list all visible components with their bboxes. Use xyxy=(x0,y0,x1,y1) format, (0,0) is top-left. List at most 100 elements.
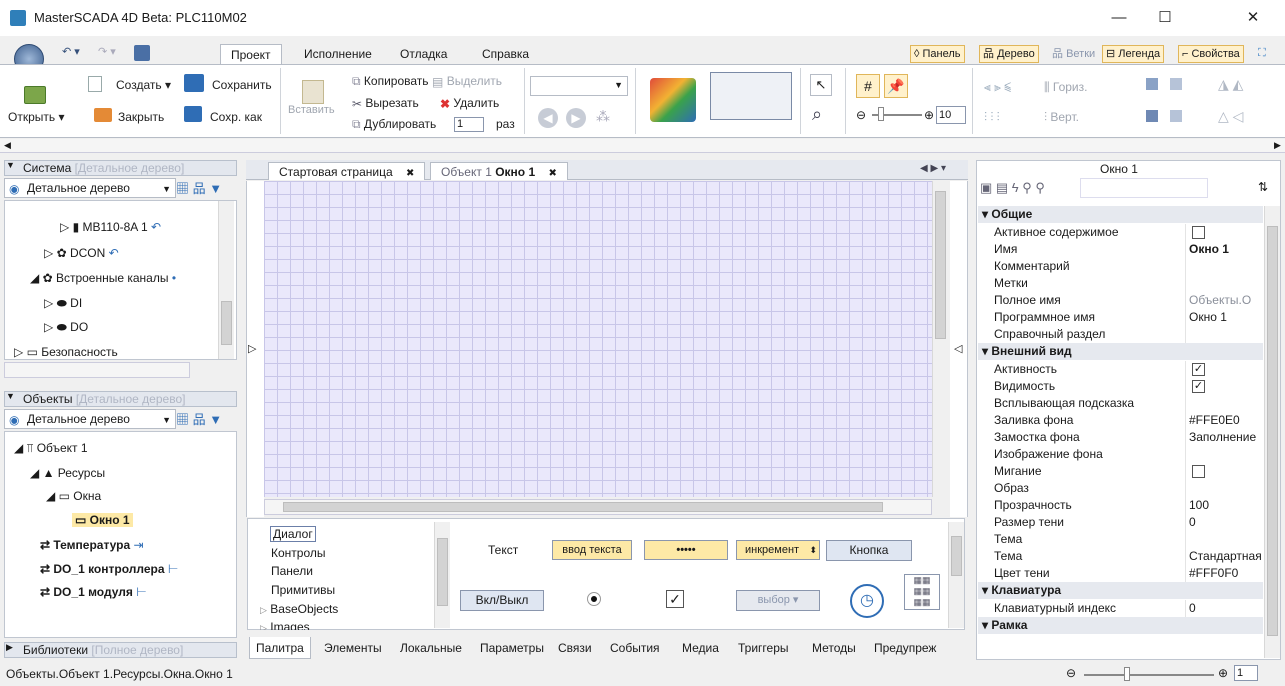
tree-item[interactable]: ▷ ⬬ DO xyxy=(44,320,88,335)
tab-palette[interactable]: Палитра xyxy=(249,637,311,659)
pattern-icon[interactable]: ⁂ xyxy=(596,108,610,125)
property-checkbox[interactable] xyxy=(1192,226,1205,239)
tab-project[interactable]: Проект xyxy=(220,44,282,64)
paste-button[interactable]: Вставить xyxy=(288,104,335,116)
tab-debug[interactable]: Отладка xyxy=(390,44,457,64)
panel-toggle-properties[interactable]: ⌐ Свойства xyxy=(1178,45,1244,63)
property-value[interactable]: #FFE0E0 xyxy=(1189,412,1261,429)
palette-text-input-control[interactable]: ввод текста xyxy=(552,540,632,560)
tab-window-1[interactable]: Объект 1 Окно 1 ✖ xyxy=(430,162,568,180)
palette-text-control[interactable]: Текст xyxy=(488,543,518,557)
property-checkbox[interactable] xyxy=(1192,465,1205,478)
palette-radio-control[interactable] xyxy=(587,592,601,606)
property-group-header[interactable]: ▾ Рамка xyxy=(978,617,1263,634)
tab-start-page[interactable]: Стартовая страница ✖ xyxy=(268,162,426,180)
property-value[interactable]: #FFF0F0 xyxy=(1189,565,1261,582)
view-toolbar-icons[interactable]: ▦ 品 ▼ xyxy=(176,409,236,429)
close-tab-icon[interactable]: ✖ xyxy=(549,168,557,179)
cut-button[interactable]: ✂ Вырезать xyxy=(352,96,419,111)
property-value[interactable]: Объекты.О xyxy=(1189,292,1261,309)
property-group-header[interactable]: ▾ Общие xyxy=(978,206,1263,223)
tree-item[interactable]: ◢ ▲ Ресурсы xyxy=(30,466,105,480)
panel-toggle-tree[interactable]: 品 Дерево xyxy=(979,45,1039,63)
property-row[interactable]: Всплывающая подсказка xyxy=(978,395,1263,412)
property-value[interactable]: 0 xyxy=(1189,514,1261,531)
properties-scrollbar[interactable] xyxy=(1264,206,1280,658)
property-row[interactable]: Изображение фона xyxy=(978,446,1263,463)
scroll-thumb[interactable] xyxy=(1267,226,1278,636)
tab-elements[interactable]: Элементы xyxy=(318,637,388,659)
property-row[interactable]: Активность ✓ xyxy=(978,361,1263,378)
zoom-slider-thumb[interactable] xyxy=(878,107,884,121)
palette-select-control[interactable]: выбор ▾ xyxy=(736,590,820,611)
palette-button-control[interactable]: Кнопка xyxy=(826,540,912,561)
property-row[interactable]: Заливка фона #FFE0E0 xyxy=(978,412,1263,429)
property-value[interactable]: Заполнение xyxy=(1189,429,1261,446)
preview-icon[interactable] xyxy=(650,78,696,122)
undo-icon[interactable]: ↶ ▾ xyxy=(62,45,80,58)
designer-hscrollbar[interactable] xyxy=(264,499,932,515)
tree-item[interactable]: ▷ ▭ Безопасность xyxy=(14,345,118,359)
align-top-icon[interactable]: ⫶ ⫶ ⫶ xyxy=(984,110,1000,125)
pointer-tool-icon[interactable]: ↖ xyxy=(810,74,832,96)
open-button[interactable]: Открыть ▾ xyxy=(8,110,65,124)
tree-item[interactable]: ⇄ DO_1 контроллера ⊢ xyxy=(40,562,178,576)
forward-arrow-icon[interactable]: ▶ xyxy=(566,108,586,128)
scroll-thumb[interactable] xyxy=(283,502,883,512)
palette-category[interactable]: Панели xyxy=(271,564,313,578)
property-row[interactable]: Клавиатурный индекс 0 xyxy=(978,600,1263,617)
property-row[interactable]: Цвет тени #FFF0F0 xyxy=(978,565,1263,582)
palette-toggle-control[interactable]: Вкл/Выкл xyxy=(460,590,544,611)
scroll-thumb[interactable] xyxy=(951,536,962,576)
objects-view-select[interactable]: Детальное дерево ▼ xyxy=(4,409,176,429)
system-view-select[interactable]: Детальное дерево ▼ xyxy=(4,178,176,198)
system-hscrollbar[interactable] xyxy=(4,362,190,378)
palette-password-control[interactable]: ••••• xyxy=(644,540,728,560)
property-row[interactable]: Мигание xyxy=(978,463,1263,480)
property-row[interactable]: Справочный раздел xyxy=(978,326,1263,343)
property-value[interactable]: Стандартная xyxy=(1189,548,1261,565)
tab-methods[interactable]: Методы xyxy=(806,637,862,659)
property-row[interactable]: Имя Окно 1 xyxy=(978,241,1263,258)
send-back-icon[interactable] xyxy=(1170,78,1182,90)
property-group-header[interactable]: ▾ Клавиатура xyxy=(978,582,1263,599)
scroll-right-icon[interactable]: ▶ xyxy=(1274,140,1281,151)
property-row[interactable]: Программное имя Окно 1 xyxy=(978,309,1263,326)
tab-parameters[interactable]: Параметры xyxy=(474,637,550,659)
collapse-triangle-icon[interactable]: ▼ xyxy=(6,391,15,401)
view-toolbar-icons[interactable]: ▦ 品 ▼ xyxy=(176,178,236,198)
rotate-icon[interactable]: △ ◁ xyxy=(1218,108,1243,125)
system-tree-scrollbar[interactable] xyxy=(218,201,234,359)
clock-icon[interactable]: ◷ xyxy=(850,584,884,618)
color-preview-box[interactable] xyxy=(710,72,792,120)
create-button[interactable]: Создать ▾ xyxy=(116,78,171,92)
tree-item[interactable]: ⇄ Температура ⇥ xyxy=(40,538,144,552)
tree-item[interactable]: ◢ ✿ Встроенные каналы • xyxy=(30,271,176,285)
objects-panel-header[interactable]: Объекты [Детальное дерево] xyxy=(4,391,237,407)
palette-checkbox-control[interactable]: ✓ xyxy=(666,590,684,608)
close-tab-icon[interactable]: ✖ xyxy=(406,168,414,179)
duplicate-button[interactable]: ⧉ Дублировать xyxy=(352,117,436,132)
tab-help[interactable]: Справка xyxy=(472,44,539,64)
expand-triangle-icon[interactable]: ▶ xyxy=(6,642,13,653)
delete-button[interactable]: ✖ Удалить xyxy=(440,96,499,111)
properties-toolbar-icons[interactable]: ▣ ▤ ϟ ⚲ ⚲ xyxy=(980,180,1045,196)
tab-triggers[interactable]: Триггеры xyxy=(732,637,795,659)
save-quick-icon[interactable] xyxy=(134,45,150,61)
property-row[interactable]: Размер тени 0 xyxy=(978,514,1263,531)
snap-pin-icon[interactable]: 📌 xyxy=(884,74,908,98)
tree-item[interactable]: ▷ ⬬ DI xyxy=(44,296,82,311)
tab-scroll-icons[interactable]: ◀ ▶ ▾ xyxy=(920,163,946,174)
scroll-left-icon[interactable]: ◀ xyxy=(4,140,11,151)
save-button[interactable]: Сохранить xyxy=(212,78,272,92)
save-as-button[interactable]: Сохр. как xyxy=(210,110,262,124)
property-row[interactable]: Прозрачность 100 xyxy=(978,497,1263,514)
palette-category[interactable]: ▷ BaseObjects xyxy=(260,602,338,616)
property-row[interactable]: Полное имя Объекты.О xyxy=(978,292,1263,309)
align-vertical-button[interactable]: ⫶ Верт. xyxy=(1044,110,1079,125)
sort-az-icon[interactable]: ⇅ xyxy=(1258,180,1268,194)
property-row[interactable]: Тема Стандартная xyxy=(978,548,1263,565)
zoom-plus-icon[interactable]: ⊕ xyxy=(924,108,934,122)
tab-execution[interactable]: Исполнение xyxy=(294,44,382,64)
zoom-tool-icon[interactable]: ⌕ xyxy=(812,104,822,125)
